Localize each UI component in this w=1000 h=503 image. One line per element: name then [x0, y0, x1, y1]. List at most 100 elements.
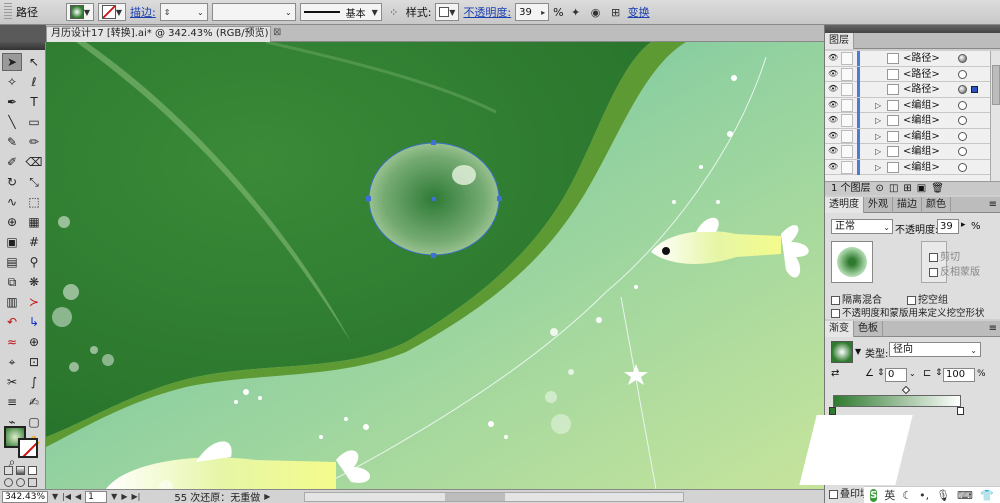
- fill-color-dropdown[interactable]: ▼: [66, 3, 94, 21]
- align-icon[interactable]: ⊞: [608, 4, 624, 20]
- opacity-link[interactable]: 不透明度:: [463, 4, 511, 20]
- screen-mode-icon[interactable]: [28, 478, 37, 487]
- selection-indicator[interactable]: [971, 86, 978, 93]
- graphic-style-icon[interactable]: ◉: [588, 4, 604, 20]
- lock-toggle[interactable]: [841, 129, 853, 143]
- status-menu-icon[interactable]: ▶: [264, 492, 270, 501]
- eye-icon[interactable]: 👁: [828, 147, 838, 155]
- close-icon[interactable]: ⊠: [273, 27, 283, 39]
- eye-icon[interactable]: 👁: [828, 100, 838, 109]
- gradient-stop-end[interactable]: [957, 407, 964, 415]
- tab-stroke[interactable]: 描边: [893, 197, 922, 213]
- reverse-gradient-icon[interactable]: ⇄: [831, 368, 839, 379]
- gradient-preview[interactable]: [831, 341, 853, 363]
- warp-tool-icon[interactable]: ∿: [2, 193, 22, 211]
- eye-icon[interactable]: 👁: [828, 85, 838, 93]
- expand-arrow-icon[interactable]: ▷: [875, 113, 881, 128]
- moon-icon[interactable]: ☾: [902, 489, 912, 502]
- aspect-ratio-input[interactable]: 100: [943, 368, 975, 382]
- new-layer-icon[interactable]: ▣: [917, 182, 926, 195]
- direct-selection-tool-icon[interactable]: ↖: [24, 53, 44, 71]
- gradient-type-select[interactable]: 径向 ⌄: [889, 342, 981, 357]
- checkbox[interactable]: [829, 489, 838, 499]
- artboard-canvas[interactable]: [46, 42, 824, 489]
- shirt-icon[interactable]: 👕: [980, 489, 994, 502]
- color-button-icon[interactable]: [4, 466, 13, 475]
- gradient-stop-start[interactable]: [829, 407, 836, 415]
- paintbrush-tool-icon[interactable]: ✎: [2, 133, 22, 151]
- magic-wand-tool-icon[interactable]: ✧: [2, 73, 22, 91]
- previous-page-icon[interactable]: ◀: [75, 492, 81, 501]
- knife-tool-icon[interactable]: ∫: [24, 373, 44, 391]
- horizontal-scrollbar[interactable]: [304, 491, 685, 502]
- artboard-tool-icon[interactable]: ⊕: [24, 333, 44, 351]
- layer-row[interactable]: 👁 <路径>: [825, 66, 1000, 82]
- opacity-input[interactable]: 39: [937, 219, 959, 234]
- checkbox[interactable]: [907, 295, 916, 305]
- gradient-slider[interactable]: [833, 395, 961, 407]
- chevron-down-icon[interactable]: ⌄: [909, 369, 916, 378]
- layer-row[interactable]: 👁 ▷ <编组>: [825, 113, 1000, 129]
- layers-scrollbar[interactable]: [990, 51, 1000, 181]
- brush-options-icon[interactable]: ⁘: [386, 4, 402, 20]
- layer-row[interactable]: 👁 ▷ <编组>: [825, 144, 1000, 160]
- target-circle-icon[interactable]: [958, 131, 967, 141]
- target-circle-icon[interactable]: [958, 162, 967, 172]
- layer-row[interactable]: 👁 ▷ <编组>: [825, 97, 1000, 113]
- ime-lang[interactable]: 英: [884, 487, 895, 503]
- isolate-blending-option[interactable]: 隔离混合: [831, 291, 882, 306]
- new-sublayer-icon[interactable]: ⊞: [903, 182, 911, 195]
- recolor-artwork-icon[interactable]: ✦: [568, 4, 584, 20]
- stroke-link[interactable]: 描边:: [130, 4, 156, 20]
- clip-option[interactable]: 剪切: [929, 248, 960, 263]
- scissors-tool-icon[interactable]: ✂: [2, 373, 22, 391]
- last-page-icon[interactable]: ▶|: [131, 492, 140, 501]
- checkbox[interactable]: [831, 295, 840, 305]
- draw-behind-icon[interactable]: [16, 478, 25, 487]
- reshape-tool-icon[interactable]: ↶: [2, 313, 22, 331]
- invert-mask-option[interactable]: 反相蒙版: [929, 263, 980, 278]
- eye-icon[interactable]: 👁: [828, 162, 838, 171]
- eyedropper-alt-icon[interactable]: ✍: [24, 393, 44, 411]
- lock-toggle[interactable]: [841, 145, 853, 158]
- ime-logo-icon[interactable]: S: [870, 488, 878, 502]
- tab-transparency[interactable]: 透明度: [825, 197, 864, 213]
- blob-brush-tool-icon[interactable]: ✐: [2, 153, 22, 171]
- delete-layer-icon[interactable]: 🗑: [931, 182, 944, 195]
- tab-color[interactable]: 颜色: [922, 197, 951, 213]
- layer-row[interactable]: 👁 <路径>: [825, 51, 1000, 67]
- free-transform-tool-icon[interactable]: ⬚: [24, 193, 44, 211]
- smooth-tool-icon[interactable]: ↳: [24, 313, 44, 331]
- expand-arrow-icon[interactable]: ▷: [875, 160, 881, 175]
- stepper-icon[interactable]: ⇕: [877, 368, 885, 378]
- gradient-tool-icon[interactable]: ▤: [2, 253, 22, 271]
- brush-dropdown[interactable]: 基本 ▼: [299, 3, 382, 21]
- column-graph-tool-icon[interactable]: ▥: [2, 293, 22, 311]
- eyedropper-tool-icon[interactable]: ⚲: [24, 253, 44, 271]
- first-page-icon[interactable]: |◀: [62, 492, 71, 501]
- tab-gradient[interactable]: 渐变: [825, 321, 854, 337]
- eye-icon[interactable]: 👁: [828, 116, 838, 124]
- target-circle-icon[interactable]: [958, 116, 967, 125]
- chevron-down-icon[interactable]: ▼: [855, 347, 861, 356]
- target-circle-icon[interactable]: [958, 69, 967, 79]
- make-clipping-mask-icon[interactable]: ◫: [889, 182, 898, 195]
- path-eraser-tool-icon[interactable]: ≈: [2, 333, 22, 351]
- checkbox[interactable]: [929, 267, 938, 277]
- dock-header[interactable]: [825, 25, 1000, 33]
- midpoint-marker-icon[interactable]: [901, 385, 911, 395]
- control-bar-grip[interactable]: [4, 3, 12, 21]
- symbol-sprayer-tool-icon[interactable]: ❋: [24, 273, 44, 291]
- opacity-field[interactable]: 39 ▸: [515, 3, 550, 21]
- stroke-box[interactable]: [18, 438, 38, 458]
- draw-normal-icon[interactable]: [4, 478, 13, 487]
- expand-arrow-icon[interactable]: ▷: [875, 98, 881, 113]
- mic-icon[interactable]: 🎙: [936, 489, 950, 502]
- blend-tool-icon[interactable]: ⧉: [2, 273, 22, 291]
- pen-tool-icon[interactable]: ✒: [2, 93, 22, 111]
- target-circle-icon[interactable]: [958, 54, 967, 63]
- stroke-color-dropdown[interactable]: ▼: [98, 3, 126, 21]
- locate-object-icon[interactable]: ⊙: [876, 182, 884, 195]
- tools-panel-header[interactable]: [0, 42, 45, 50]
- chevron-down-icon[interactable]: ▼: [111, 492, 117, 501]
